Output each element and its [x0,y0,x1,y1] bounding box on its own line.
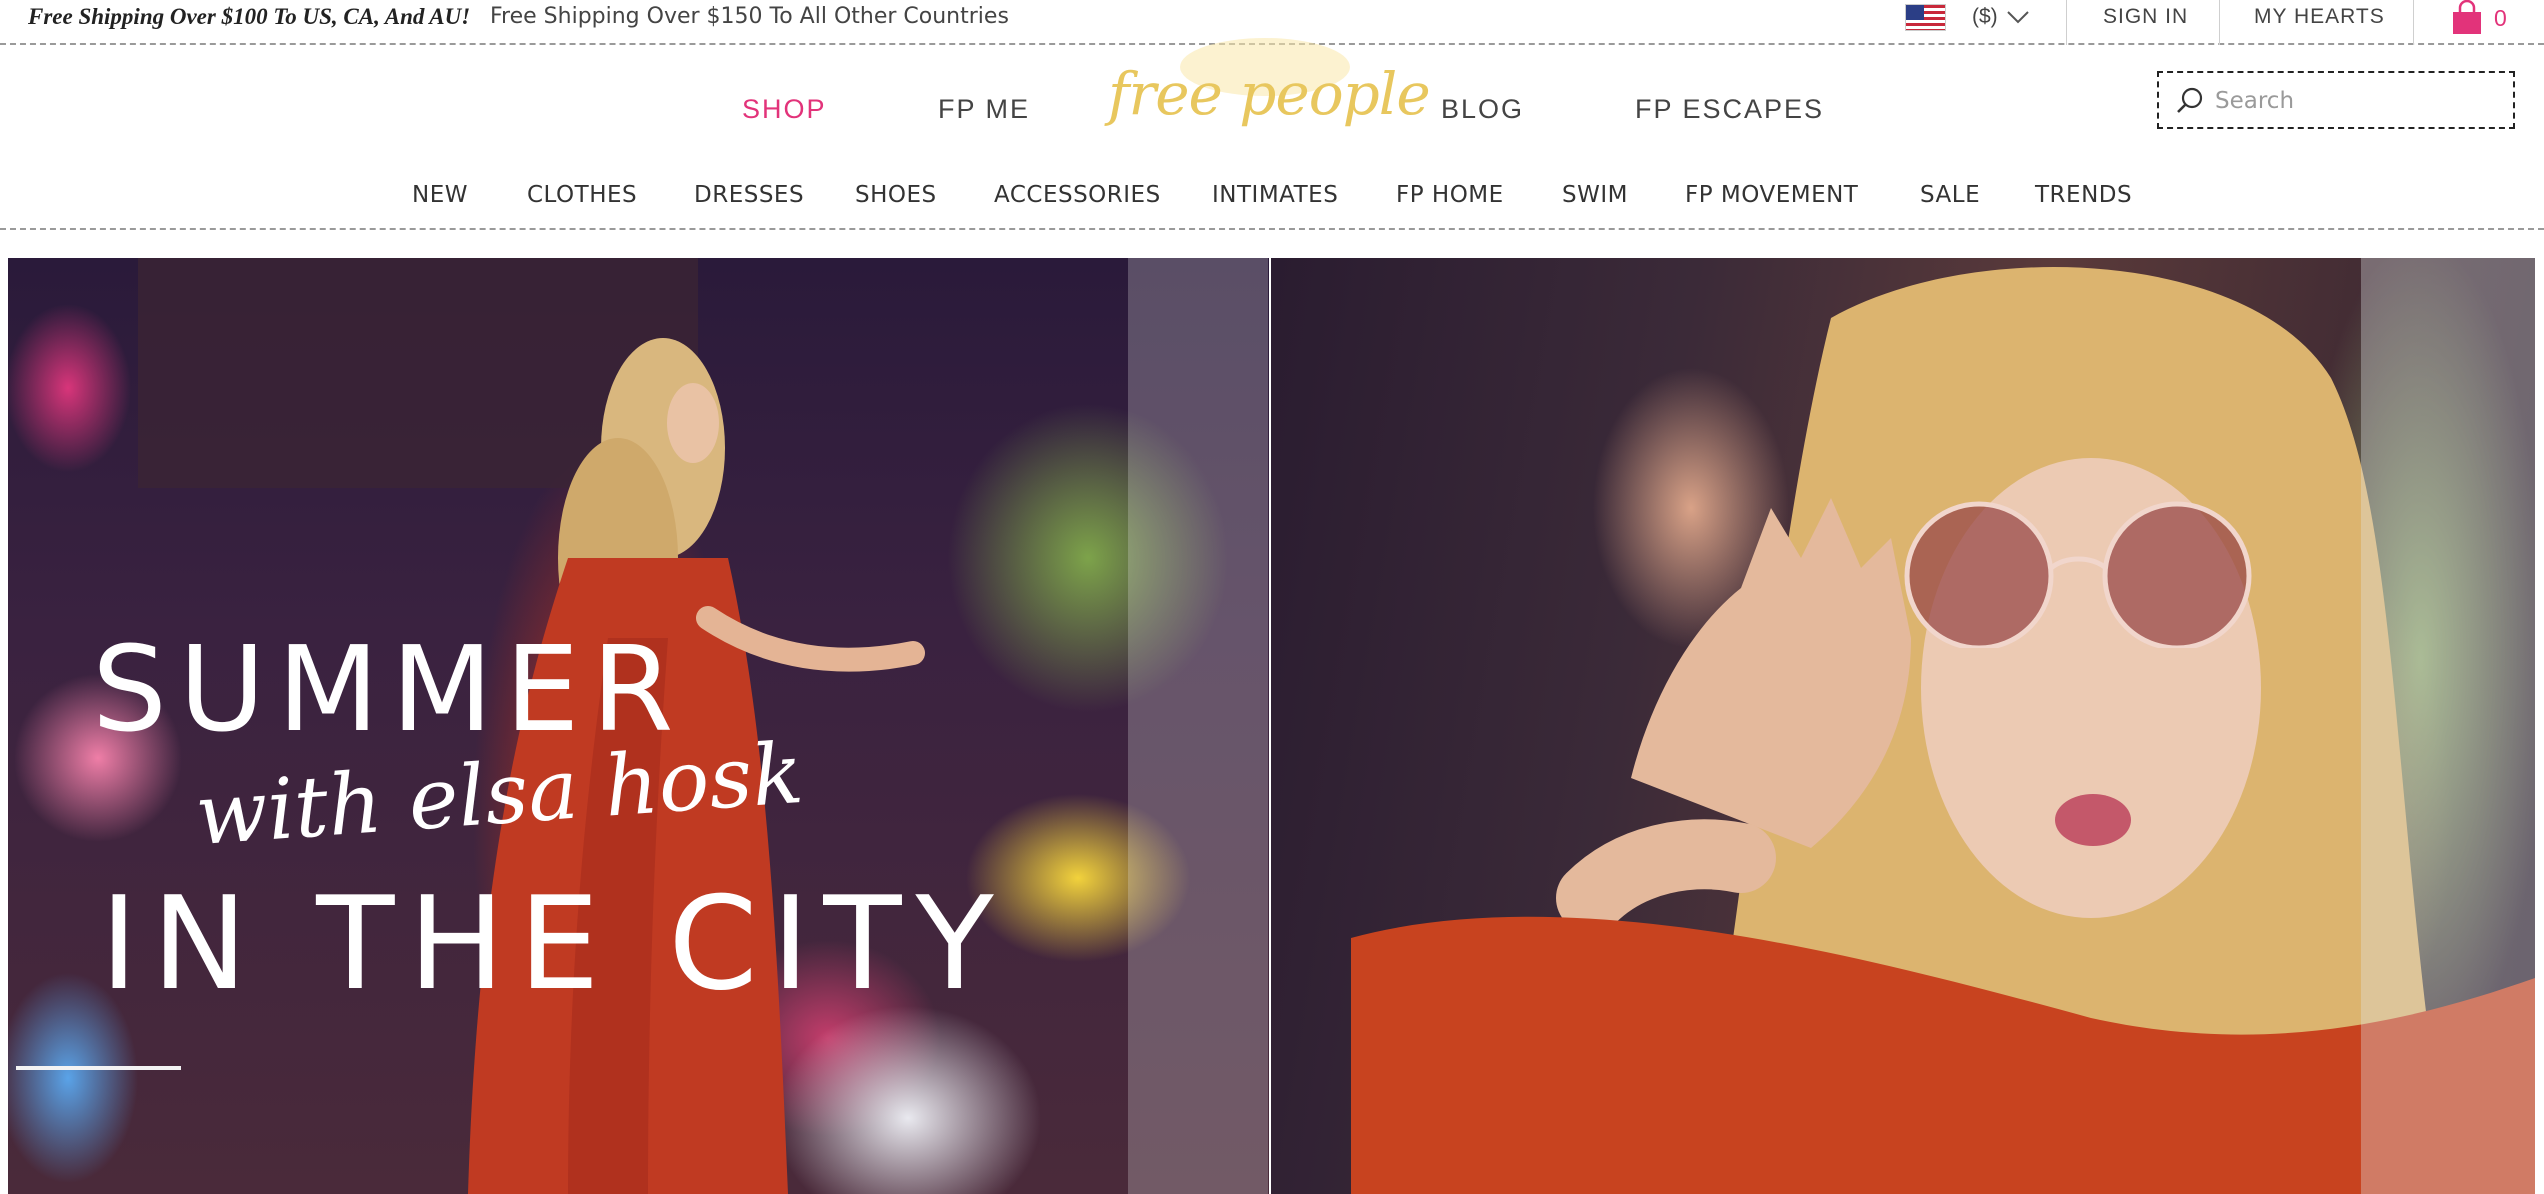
logo-text: free people [1108,60,1431,128]
main-nav-fp-me[interactable]: FP ME [938,94,1030,125]
search-icon[interactable] [2175,86,2205,121]
us-flag-icon[interactable] [1905,4,1946,31]
shipping-promo-primary: Free Shipping Over $100 To US, CA, And A… [28,4,471,29]
category-fp-home[interactable]: FP HOME [1396,182,1504,208]
category-sale[interactable]: SALE [1920,182,1980,208]
shopping-bag-icon[interactable] [2450,0,2484,41]
main-nav-shop[interactable]: SHOP [742,94,827,125]
sunglasses [1904,501,2252,648]
category-shoes[interactable]: SHOES [855,182,937,208]
hero-accent-line [16,1066,181,1070]
main-nav-blog[interactable]: BLOG [1441,94,1524,125]
my-hearts-link[interactable]: MY HEARTS [2254,5,2385,29]
hero-headline-city: IN THE CITY [100,870,1008,1019]
utility-divider [2413,0,2414,45]
category-new[interactable]: NEW [412,182,468,208]
category-intimates[interactable]: INTIMATES [1212,182,1338,208]
search-input[interactable] [2215,82,2505,120]
free-people-logo[interactable]: free people [1100,38,1431,146]
category-dresses[interactable]: DRESSES [694,182,804,208]
currency-selector[interactable]: ($) [1972,5,1998,29]
bag-count[interactable]: 0 [2494,5,2507,32]
category-trends[interactable]: TRENDS [2035,182,2132,208]
shipping-promo-secondary: Free Shipping Over $150 To All Other Cou… [490,4,1009,29]
category-swim[interactable]: SWIM [1562,182,1628,208]
category-accessories[interactable]: ACCESSORIES [994,182,1161,208]
category-nav: NEW CLOTHES DRESSES SHOES ACCESSORIES IN… [0,160,2544,230]
search-box[interactable] [2157,71,2515,129]
category-clothes[interactable]: CLOTHES [527,182,637,208]
hero-image-right[interactable] [1271,258,2535,1194]
sign-in-link[interactable]: SIGN IN [2103,5,2188,29]
hero-right-figure [1351,258,2535,1194]
chevron-down-icon[interactable] [2006,10,2030,29]
category-fp-movement[interactable]: FP MOVEMENT [1685,182,1858,208]
main-nav-fp-escapes[interactable]: FP ESCAPES [1635,94,1824,125]
utility-divider [2219,0,2220,45]
utility-divider [2066,0,2067,45]
